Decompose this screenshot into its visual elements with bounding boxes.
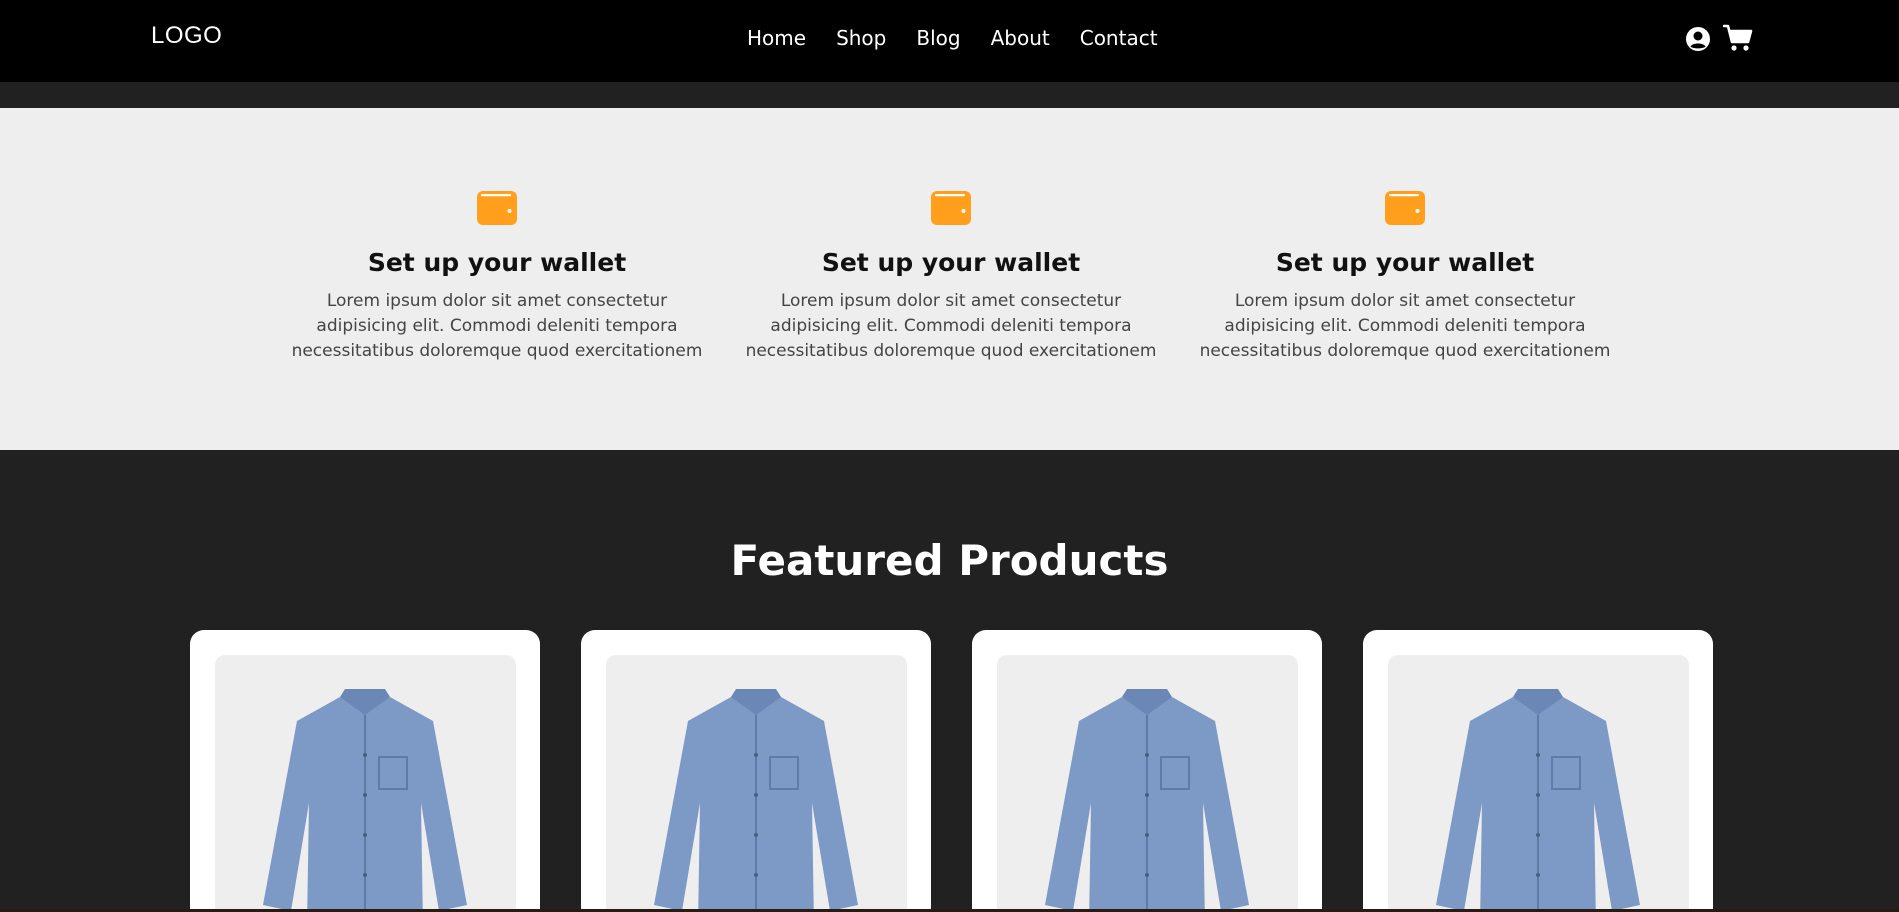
product-image[interactable] [215,655,516,912]
featured-products-section: Featured Products [0,450,1899,912]
shirt-image [1045,689,1249,912]
shirt-image [263,689,467,912]
nav-link-blog[interactable]: Blog [916,26,960,50]
feature-text: Lorem ipsum dolor sit amet consectetur a… [745,291,1157,361]
features-section: Set up your wallet Lorem ipsum dolor sit… [0,108,1899,450]
product-image[interactable] [997,655,1298,912]
nav-link-shop[interactable]: Shop [836,26,886,50]
wallet-icon [931,191,971,225]
nav-link-home[interactable]: Home [747,26,806,50]
product-image[interactable] [606,655,907,912]
product-card[interactable] [581,630,931,912]
main-nav: Home Shop Blog About Contact [747,26,1158,50]
section-title: Featured Products [730,536,1169,585]
feature-title: Set up your wallet [821,248,1081,277]
feature-text: Lorem ipsum dolor sit amet consectetur a… [291,291,703,361]
wallet-icon [477,191,517,225]
wallet-icon [1385,191,1425,225]
feature-card: Set up your wallet Lorem ipsum dolor sit… [290,188,704,364]
product-card[interactable] [972,630,1322,912]
feature-text: Lorem ipsum dolor sit amet consectetur a… [1199,291,1611,361]
nav-link-about[interactable]: About [991,26,1050,50]
feature-title: Set up your wallet [367,248,627,277]
cart-icon[interactable] [1723,24,1753,52]
shirt-image [1436,689,1640,912]
top-navbar: LOGO Home Shop Blog About Contact [0,0,1899,82]
product-card[interactable] [1363,630,1713,912]
nav-link-contact[interactable]: Contact [1080,26,1158,50]
feature-card: Set up your wallet Lorem ipsum dolor sit… [1198,188,1612,364]
feature-title: Set up your wallet [1275,248,1535,277]
product-image[interactable] [1388,655,1689,912]
logo[interactable]: LOGO [151,22,222,50]
product-card[interactable] [190,630,540,912]
feature-card: Set up your wallet Lorem ipsum dolor sit… [744,188,1158,364]
shirt-image [654,689,858,912]
user-icon[interactable] [1685,26,1711,52]
header-spacer [0,82,1899,108]
